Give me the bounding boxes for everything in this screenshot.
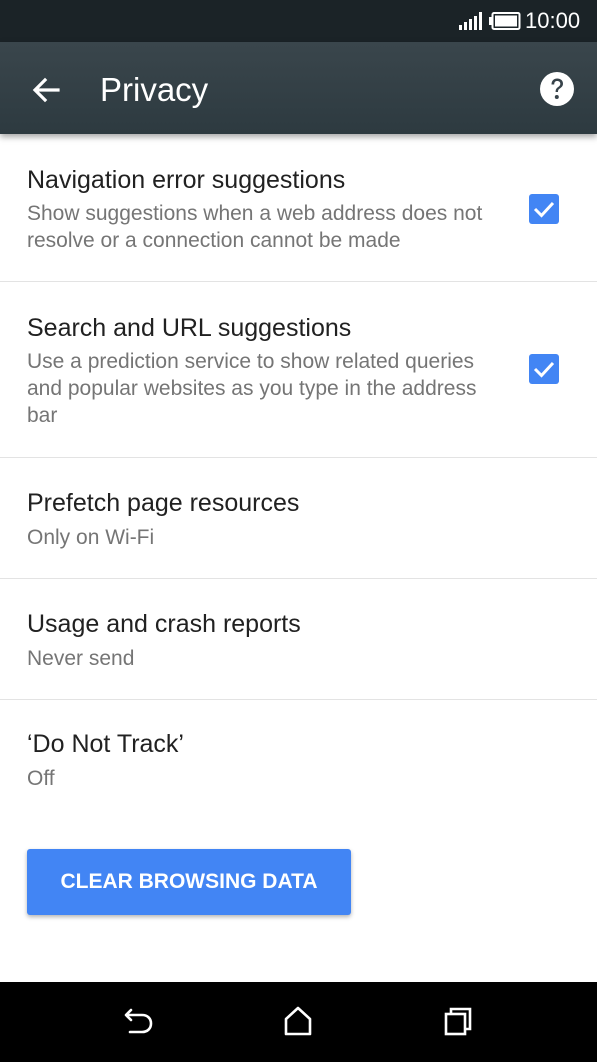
help-icon[interactable] — [539, 71, 575, 107]
pref-title: Search and URL suggestions — [27, 314, 352, 342]
back-icon[interactable] — [122, 1004, 156, 1038]
home-icon[interactable] — [281, 1004, 315, 1038]
pref-search-url-suggestions[interactable]: Search and URL suggestions Use a predict… — [0, 282, 597, 458]
pref-title: Navigation error suggestions — [27, 166, 346, 194]
status-time: 10:00 — [525, 8, 581, 33]
pref-do-not-track[interactable]: ‘Do Not Track’ Off — [0, 700, 597, 820]
recents-icon[interactable] — [441, 1004, 475, 1038]
pref-summary: Show suggestions when a web address does… — [27, 202, 483, 252]
pref-summary: Use a prediction service to show related… — [27, 350, 477, 427]
checkmark-icon — [533, 361, 555, 378]
pref-prefetch-page-resources[interactable]: Prefetch page resources Only on Wi-Fi — [0, 458, 597, 579]
checkmark-icon — [533, 201, 555, 218]
page-title: Privacy — [100, 71, 209, 108]
status-bar: 10:00 — [0, 0, 597, 42]
clear-browsing-data-button[interactable]: CLEAR BROWSING DATA — [27, 849, 351, 915]
pref-summary: Never send — [27, 647, 135, 670]
pref-navigation-error-suggestions[interactable]: Navigation error suggestions Show sugges… — [0, 134, 597, 282]
app-bar: Privacy — [0, 42, 597, 134]
pref-title: ‘Do Not Track’ — [27, 730, 184, 758]
pref-title: Prefetch page resources — [27, 489, 300, 517]
search-suggestions-checkbox[interactable] — [529, 354, 559, 384]
pref-title: Usage and crash reports — [27, 610, 301, 638]
system-nav-bar — [0, 982, 597, 1062]
preferences-list: Navigation error suggestions Show sugges… — [0, 134, 597, 820]
pref-summary: Only on Wi-Fi — [27, 526, 155, 549]
pref-usage-crash-reports[interactable]: Usage and crash reports Never send — [0, 579, 597, 700]
back-arrow-icon[interactable] — [30, 74, 62, 106]
navigation-error-checkbox[interactable] — [529, 194, 559, 224]
battery-icon — [489, 12, 521, 30]
signal-icon — [459, 12, 482, 30]
pref-summary: Off — [27, 767, 55, 790]
